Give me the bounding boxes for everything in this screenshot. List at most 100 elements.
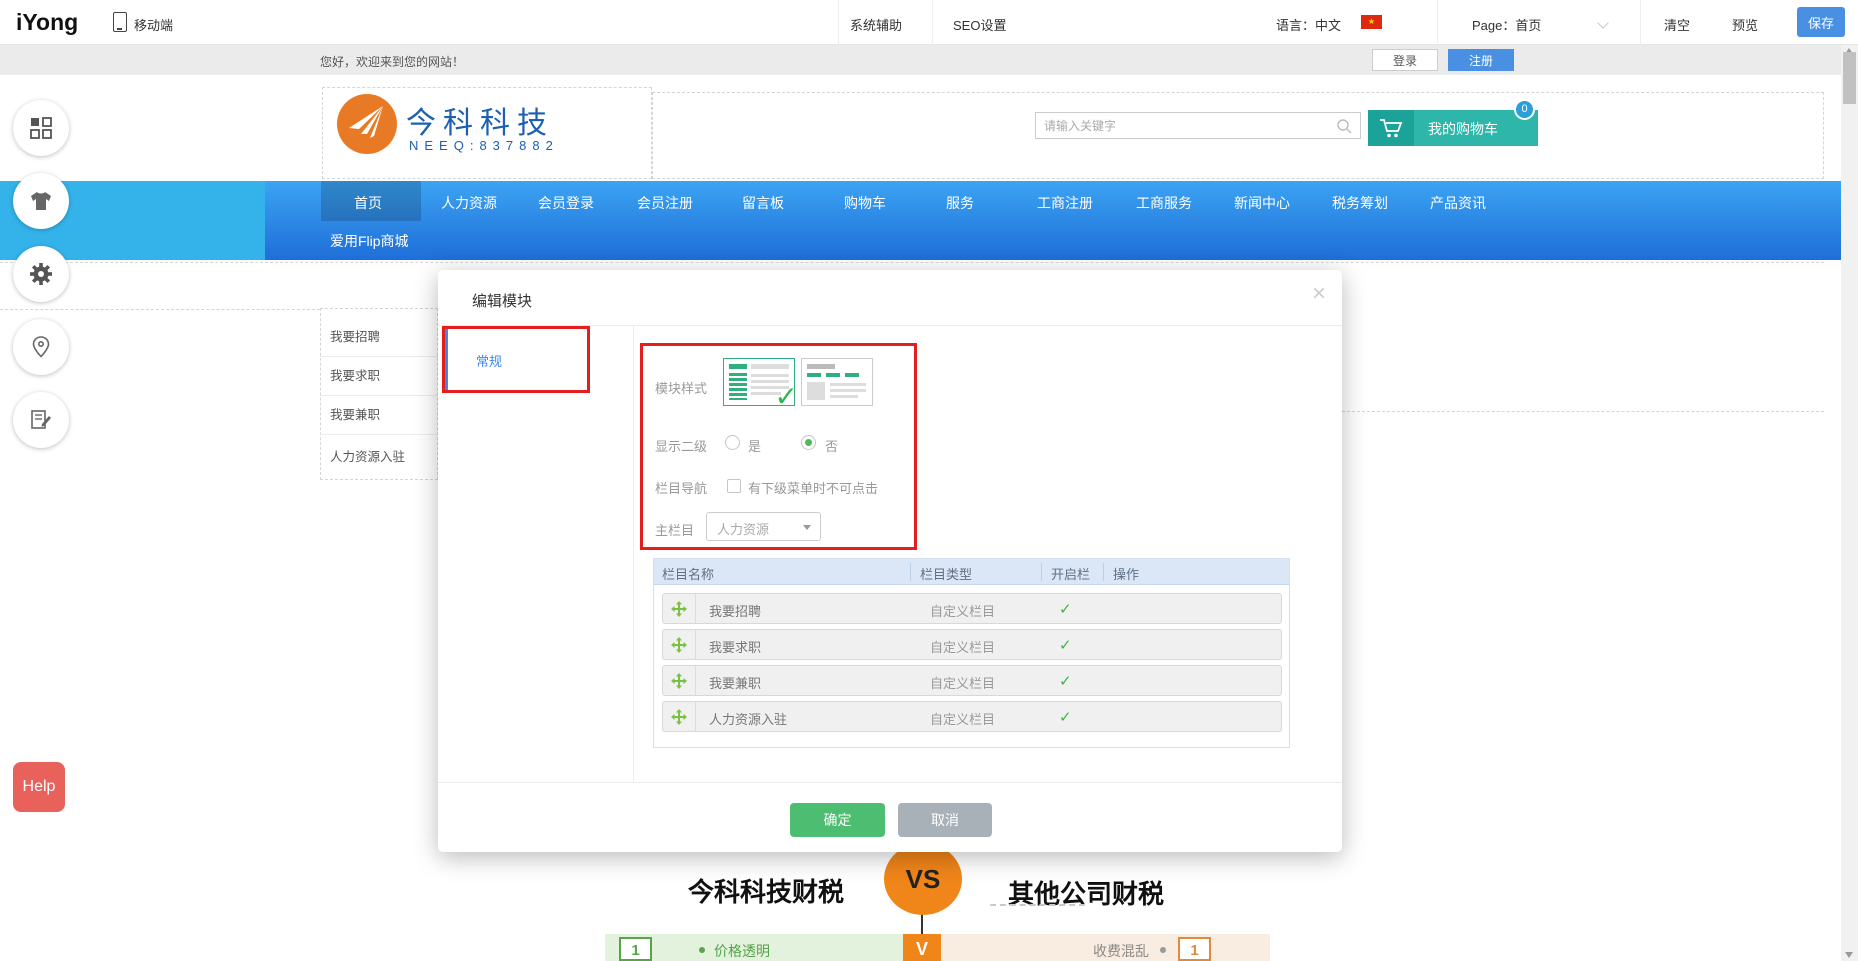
divider — [932, 0, 933, 45]
my-cart-button[interactable]: 我的购物车 — [1368, 110, 1538, 146]
vs-small-badge: V — [903, 934, 941, 961]
side-menu-item[interactable]: 我要求职 — [330, 365, 380, 384]
radio-yes[interactable] — [725, 435, 740, 450]
column-nav-checkbox[interactable] — [727, 479, 741, 493]
vs-badge: VS — [884, 843, 962, 915]
nav-item-message-board[interactable]: 留言板 — [742, 193, 784, 213]
table-row[interactable]: 我要求职 自定义栏目 ✓ — [662, 629, 1282, 660]
table-row[interactable]: 人力资源入驻 自定义栏目 ✓ — [662, 701, 1282, 732]
divider — [320, 434, 438, 435]
radio-no-label[interactable]: 否 — [825, 436, 838, 455]
preview-button[interactable]: 预览 — [1732, 15, 1758, 34]
language-selector[interactable]: 语言：中文 — [1276, 15, 1341, 34]
vertical-scrollbar[interactable] — [1841, 45, 1858, 961]
login-button[interactable]: 登录 — [1372, 49, 1438, 71]
row-type: 自定义栏目 — [930, 673, 995, 692]
column-nav-checkbox-label[interactable]: 有下级菜单时不可点击 — [748, 478, 878, 497]
module-style-option-1-selected[interactable]: ✓ — [723, 358, 795, 406]
nav-item-services[interactable]: 服务 — [946, 193, 974, 213]
col-header-enabled: 开启栏 — [1051, 564, 1090, 583]
row-name: 人力资源入驻 — [709, 709, 787, 728]
welcome-text: 您好，欢迎来到您的网站！ — [320, 53, 464, 70]
scrollbar-thumb[interactable] — [1843, 52, 1856, 104]
system-help-menu[interactable]: 系统辅助 — [850, 15, 902, 34]
side-menu-item[interactable]: 我要兼职 — [330, 404, 380, 423]
tab-general[interactable]: 常规 — [445, 329, 587, 390]
scroll-down-arrow-icon[interactable] — [1845, 952, 1853, 958]
row-type: 自定义栏目 — [930, 637, 995, 656]
nav-item-flip-mall[interactable]: 爱用Flip商城 — [330, 231, 409, 251]
column-nav-label: 栏目导航 — [655, 478, 707, 497]
module-style-label: 模块样式 — [655, 378, 707, 397]
chevron-down-icon — [803, 525, 811, 530]
col-header-type: 栏目类型 — [920, 564, 972, 583]
right-item-number: 1 — [1178, 937, 1211, 961]
divider — [1041, 563, 1042, 581]
location-pin-icon — [30, 335, 52, 359]
edit-module-modal: 编辑模块 × 常规 模块样式 ✓ — [438, 270, 1342, 852]
drag-move-icon[interactable] — [663, 630, 696, 659]
nav-item-news-center[interactable]: 新闻中心 — [1234, 193, 1290, 213]
main-column-select[interactable]: 人力资源 — [706, 512, 821, 541]
register-button[interactable]: 注册 — [1448, 49, 1514, 71]
nav-item-product-info[interactable]: 产品资讯 — [1430, 193, 1486, 213]
bullet-icon — [1160, 947, 1166, 953]
module-style-option-2[interactable] — [801, 358, 873, 406]
nav-item-tax-planning[interactable]: 税务筹划 — [1332, 193, 1388, 213]
cancel-button[interactable]: 取消 — [898, 803, 992, 837]
search-icon[interactable] — [1336, 118, 1352, 134]
edit-tool-button[interactable] — [13, 392, 69, 448]
search-input[interactable] — [1044, 113, 1324, 138]
nav-item-business-register[interactable]: 工商注册 — [1037, 193, 1093, 213]
seo-settings-menu[interactable]: SEO设置 — [953, 15, 1006, 34]
main-nav: 首页 人力资源 会员登录 会员注册 留言板 购物车 服务 工商注册 工商服务 新… — [0, 181, 1841, 260]
cart-label: 我的购物车 — [1428, 119, 1498, 139]
table-row[interactable]: 我要兼职 自定义栏目 ✓ — [662, 665, 1282, 696]
help-button[interactable]: Help — [13, 762, 65, 812]
row-type: 自定义栏目 — [930, 601, 995, 620]
theme-tool-button[interactable] — [13, 173, 69, 229]
enabled-check-icon: ✓ — [1059, 636, 1072, 654]
brand-name: 今科科技 — [406, 98, 554, 142]
drag-move-icon[interactable] — [663, 702, 696, 731]
settings-tool-button[interactable] — [13, 246, 69, 302]
cart-count-badge: 0 — [1514, 99, 1535, 120]
paper-plane-icon — [337, 94, 397, 154]
mobile-icon — [113, 12, 127, 32]
main-column-value: 人力资源 — [717, 519, 769, 538]
save-button[interactable]: 保存 — [1797, 7, 1845, 37]
divider — [438, 782, 1342, 783]
nav-item-business-services[interactable]: 工商服务 — [1136, 193, 1192, 213]
drag-move-icon[interactable] — [663, 666, 696, 695]
china-flag-icon: ★ — [1361, 15, 1382, 29]
cart-icon-zone — [1368, 110, 1414, 146]
confirm-button[interactable]: 确定 — [790, 803, 885, 837]
mobile-toggle[interactable]: 移动端 — [134, 15, 173, 34]
search-box — [1035, 112, 1361, 139]
divider — [633, 325, 634, 782]
nav-item-home[interactable]: 首页 — [354, 193, 382, 213]
nav-item-member-register[interactable]: 会员注册 — [637, 193, 693, 213]
left-item-number: 1 — [619, 937, 652, 961]
radio-no-selected[interactable] — [801, 435, 816, 450]
side-menu-item[interactable]: 我要招聘 — [330, 326, 380, 345]
chevron-down-icon[interactable] — [1597, 17, 1608, 28]
location-tool-button[interactable] — [13, 319, 69, 375]
layout-tool-button[interactable] — [13, 100, 69, 156]
editor-row-guide — [0, 309, 320, 310]
row-type: 自定义栏目 — [930, 709, 995, 728]
selected-check-icon: ✓ — [775, 380, 798, 413]
clear-button[interactable]: 清空 — [1664, 15, 1690, 34]
table-row[interactable]: 我要招聘 自定义栏目 ✓ — [662, 593, 1282, 624]
side-menu-item[interactable]: 人力资源入驻 — [330, 446, 405, 465]
row-name: 我要求职 — [709, 637, 761, 656]
show-secondary-label: 显示二级 — [655, 436, 707, 455]
nav-item-member-login[interactable]: 会员登录 — [538, 193, 594, 213]
nav-item-cart[interactable]: 购物车 — [844, 193, 886, 213]
nav-item-hr[interactable]: 人力资源 — [441, 193, 497, 213]
page-selector[interactable]: Page：首页 — [1472, 15, 1541, 34]
main-column-label: 主栏目 — [655, 520, 694, 539]
drag-move-icon[interactable] — [663, 594, 696, 623]
radio-yes-label[interactable]: 是 — [748, 436, 761, 455]
close-icon[interactable]: × — [1312, 280, 1326, 308]
